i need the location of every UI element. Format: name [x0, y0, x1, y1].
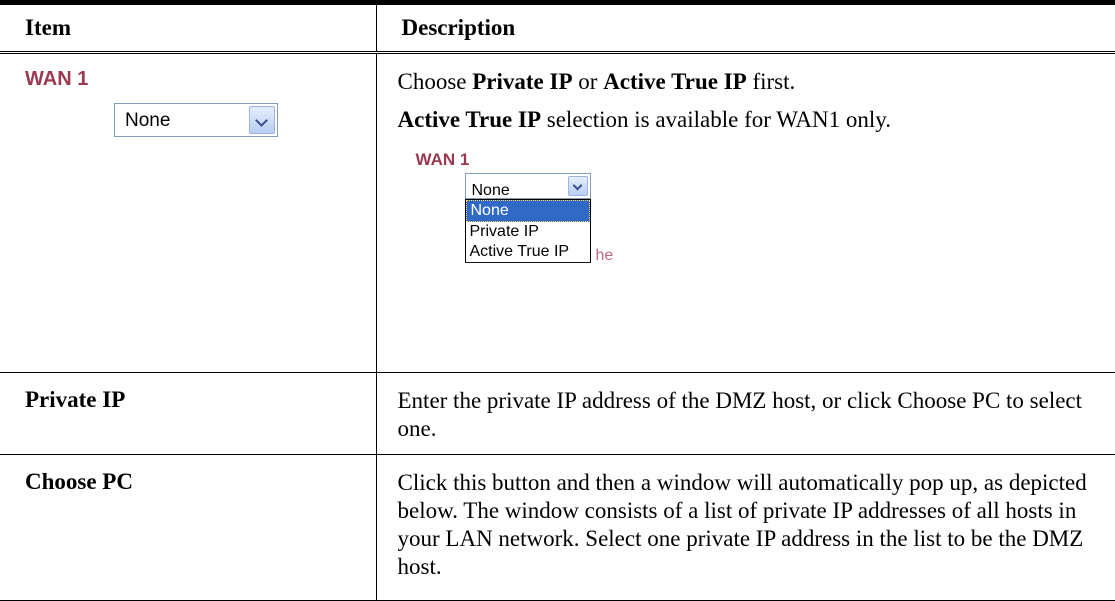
- item-cell-wan: WAN 1 None: [0, 52, 377, 373]
- chevron-down-icon[interactable]: [249, 106, 275, 134]
- item-cell-private-ip: Private IP: [0, 372, 377, 455]
- desc-cell-choose-pc: Click this button and then a window will…: [375, 454, 1115, 601]
- table-row-private-ip: Private IP Enter the private IP address …: [0, 372, 1115, 455]
- wan-label: WAN 1: [25, 68, 89, 90]
- table-header-row: Item Description: [0, 0, 1115, 54]
- wan-select[interactable]: None: [114, 103, 278, 137]
- table-row-choose-pc: Choose PC Click this button and then a w…: [0, 454, 1115, 601]
- shot-wan-label: WAN 1: [415, 150, 470, 169]
- shot-dropdown-list: None Private IP Active True IP: [464, 199, 591, 263]
- description-table: Item Description WAN 1 None Choose Priva…: [0, 0, 1115, 601]
- desc-wan-line1: Choose Private IP or Active True IP firs…: [397, 69, 796, 94]
- wan-select-value: None: [125, 110, 171, 131]
- shot-fade-bottom: [407, 261, 708, 279]
- dropdown-screenshot: WAN 1 None None Private IP Active True I…: [407, 144, 708, 279]
- dropdown-option: Private IP: [469, 223, 539, 240]
- chevron-down-icon: [567, 176, 588, 196]
- desc-cell-wan: Choose Private IP or Active True IP firs…: [375, 52, 1115, 373]
- item-cell-choose-pc: Choose PC: [0, 454, 377, 601]
- dropdown-option: None: [465, 200, 590, 222]
- desc-wan-line2: Active True IP selection is available fo…: [397, 107, 892, 132]
- dropdown-option: Active True IP: [469, 243, 570, 260]
- table-row-wan: WAN 1 None Choose Private IP or Active T…: [0, 52, 1115, 373]
- shot-fade-right: [667, 144, 708, 279]
- desc-cell-private-ip: Enter the private IP address of the DMZ …: [375, 372, 1115, 455]
- shot-select: None: [464, 173, 591, 199]
- header-item: Item: [0, 0, 377, 54]
- header-description: Description: [375, 0, 1115, 54]
